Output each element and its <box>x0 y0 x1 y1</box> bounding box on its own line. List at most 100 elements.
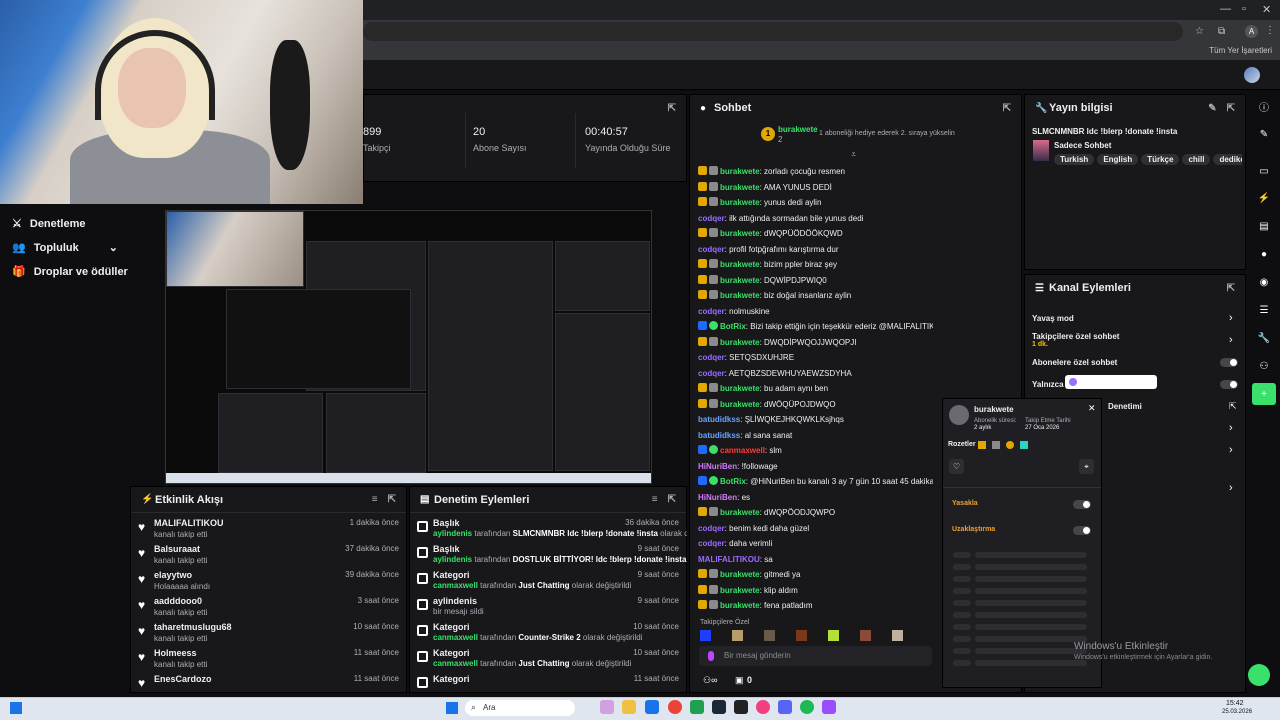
chat-message[interactable]: batudidkss: ŞLİWQKEJHKQWKLKsjhqs <box>698 414 933 425</box>
stream-preview[interactable] <box>165 210 652 484</box>
stream-tag[interactable]: Turkish <box>1054 154 1095 165</box>
chat-message[interactable]: burakwete: bizim ppler biraz şey <box>698 259 933 270</box>
chat-message[interactable]: codqer: benim kedi daha güzel <box>698 523 933 534</box>
edit-icon[interactable]: ✎ <box>1208 103 1216 114</box>
emote-row[interactable] <box>700 630 910 642</box>
list-item[interactable]: Kategori canmaxwell tarafından Counter-S… <box>417 622 679 648</box>
chat-username[interactable]: BotRix <box>720 322 746 331</box>
chat-username[interactable]: burakwete <box>720 400 760 409</box>
close-icon[interactable]: ✕ <box>1088 403 1096 414</box>
rail-add-icon[interactable]: + <box>1252 383 1276 405</box>
chat-message[interactable]: batudidkss: al sana sanat <box>698 430 933 441</box>
chat-message[interactable]: burakwete: zorladı çocuğu resmen <box>698 166 933 177</box>
nav-community[interactable]: 👥 Topluluk ⌄ <box>12 241 118 255</box>
list-item[interactable]: Kategori canmaxwell tarafından Just Chat… <box>417 570 679 596</box>
users-icon[interactable]: ⚇∞ <box>703 675 717 686</box>
subs-chat-toggle[interactable] <box>1220 358 1238 367</box>
popout-icon[interactable]: ⇱ <box>668 494 676 505</box>
chat-username[interactable]: HiNuriBen <box>698 493 737 502</box>
gift-icon[interactable]: ▣ <box>735 675 744 686</box>
chat-username[interactable]: MALIFALITIKOU <box>698 555 760 564</box>
list-item[interactable]: aylindenis bir mesajı sildi 9 saat önce <box>417 596 679 622</box>
list-item[interactable]: ♥ taharetmuslugu68 kanalı takip etti 10 … <box>138 622 399 648</box>
pinned-user[interactable]: burakwete <box>778 125 818 134</box>
collapse-icon[interactable]: ⩡ <box>851 149 856 160</box>
app-icon[interactable] <box>756 700 770 714</box>
emote[interactable] <box>796 630 807 641</box>
rail-lightning-icon[interactable]: ⚡ <box>1252 187 1276 209</box>
activity-user[interactable]: Holmeess <box>154 648 197 658</box>
address-bar[interactable] <box>363 22 1183 41</box>
app-icon[interactable] <box>690 700 704 714</box>
activity-user[interactable]: MALIFALITIKOU <box>154 518 224 528</box>
chat-message[interactable]: burakwete: bu adam aynı ben <box>698 383 933 394</box>
chat-username[interactable]: codqer <box>698 353 725 362</box>
chat-username[interactable]: codqer <box>698 524 725 533</box>
chevron-right-icon[interactable]: › <box>1229 312 1233 324</box>
activity-user[interactable]: EnesCardozo <box>154 674 212 684</box>
filter-icon[interactable]: ≡ <box>372 494 378 505</box>
activity-user[interactable]: elayytwo <box>154 570 192 580</box>
chat-username[interactable]: burakwete <box>720 183 760 192</box>
popout-icon[interactable]: ⇱ <box>388 494 396 505</box>
folder-icon[interactable] <box>622 700 636 714</box>
emote-only-toggle[interactable] <box>1220 380 1238 389</box>
chat-username[interactable]: codqer <box>698 307 725 316</box>
chat-input[interactable]: Bir mesaj gönderin <box>699 646 932 666</box>
rail-broadcast-icon[interactable]: ◉ <box>1252 271 1276 293</box>
emote[interactable] <box>860 630 871 641</box>
followers-chat-label[interactable]: Takipçilere özel sohbet <box>1032 332 1119 341</box>
list-item[interactable]: ♥ elayytwo Holaaaaa alındı 39 dakika önc… <box>138 570 399 596</box>
list-item[interactable]: ♥ aadddooo0 kanalı takip etti 3 saat önc… <box>138 596 399 622</box>
chat-username[interactable]: burakwete <box>720 508 760 517</box>
emote[interactable] <box>764 630 775 641</box>
taskbar-search[interactable]: ⌕ Ara <box>465 700 575 716</box>
app-icon[interactable] <box>822 700 836 714</box>
floating-toolbar[interactable] <box>1065 375 1157 389</box>
minimize-icon[interactable]: — <box>1220 3 1231 15</box>
chat-message[interactable]: burakwete: AMA YUNUS DEDİ <box>698 181 933 193</box>
chat-username[interactable]: batudidkss <box>698 431 740 440</box>
profile-avatar[interactable]: A <box>1245 25 1258 38</box>
chevron-right-icon[interactable]: › <box>1229 444 1233 456</box>
nav-drops[interactable]: 🎁 Droplar ve ödüller <box>12 265 128 279</box>
chat-username[interactable]: codqer <box>698 245 725 254</box>
nav-moderation[interactable]: ⚔ Denetleme <box>12 217 86 231</box>
list-item[interactable]: ♥ EnesCardozo 11 saat önce <box>138 674 399 693</box>
emote[interactable] <box>732 630 743 641</box>
chrome-icon[interactable] <box>668 700 682 714</box>
popout-icon[interactable]: ⇱ <box>1229 401 1237 412</box>
star-icon[interactable]: ☆ <box>1195 26 1204 37</box>
floating-action-button[interactable] <box>1248 664 1270 686</box>
chat-username[interactable]: canmaxwell <box>720 446 765 455</box>
chat-message[interactable]: burakwete: DQWİPDJPWIQ0 <box>698 274 933 286</box>
slow-mode-label[interactable]: Yavaş mod <box>1032 314 1074 323</box>
chat-username[interactable]: burakwete <box>720 276 760 285</box>
chat-username[interactable]: burakwete <box>720 260 760 269</box>
rail-chat-icon[interactable]: ● <box>1252 243 1276 265</box>
popout-icon[interactable]: ⇱ <box>1227 283 1235 294</box>
rail-video-icon[interactable]: ▭ <box>1252 160 1276 182</box>
list-item[interactable]: Kategori 11 saat önce <box>417 674 679 693</box>
clock-time[interactable]: 15:42 <box>1226 700 1244 707</box>
stream-tag[interactable]: dedikodu <box>1213 154 1242 165</box>
chat-message[interactable]: HiNuriBen: !followage <box>698 461 933 472</box>
chat-username[interactable]: burakwete <box>720 384 760 393</box>
close-window-icon[interactable]: ✕ <box>1262 3 1271 16</box>
maximize-icon[interactable]: ▫ <box>1242 3 1246 15</box>
moderation-label[interactable]: Denetimi <box>1108 402 1142 411</box>
activity-user[interactable]: taharetmuslugu68 <box>154 622 232 632</box>
list-item[interactable]: ♥ Balsuraaat kanalı takip etti 37 dakika… <box>138 544 399 570</box>
emote[interactable] <box>700 630 711 641</box>
all-bookmarks[interactable]: Tüm Yer İşaretleri <box>1209 46 1272 55</box>
app-icon[interactable] <box>600 700 614 714</box>
list-item[interactable]: ♥ MALIFALITIKOU kanalı takip etti 1 daki… <box>138 518 399 544</box>
list-item[interactable]: Başlık aylindenis tarafından SLMCNMNBR l… <box>417 518 687 544</box>
chat-message[interactable]: burakwete: biz doğal insanlarız aylin <box>698 290 933 301</box>
chat-message[interactable]: codqer: AETQBZSDEWHUYAEWZSDYHA <box>698 368 933 379</box>
chat-message[interactable]: burakwete: dWQPÜÖDÖÖKQWD <box>698 228 933 239</box>
chevron-right-icon[interactable]: › <box>1229 482 1233 494</box>
chat-message[interactable]: canmaxwell: slm <box>698 445 933 456</box>
stream-tag[interactable]: chill <box>1182 154 1211 165</box>
user-avatar[interactable] <box>1244 67 1260 83</box>
